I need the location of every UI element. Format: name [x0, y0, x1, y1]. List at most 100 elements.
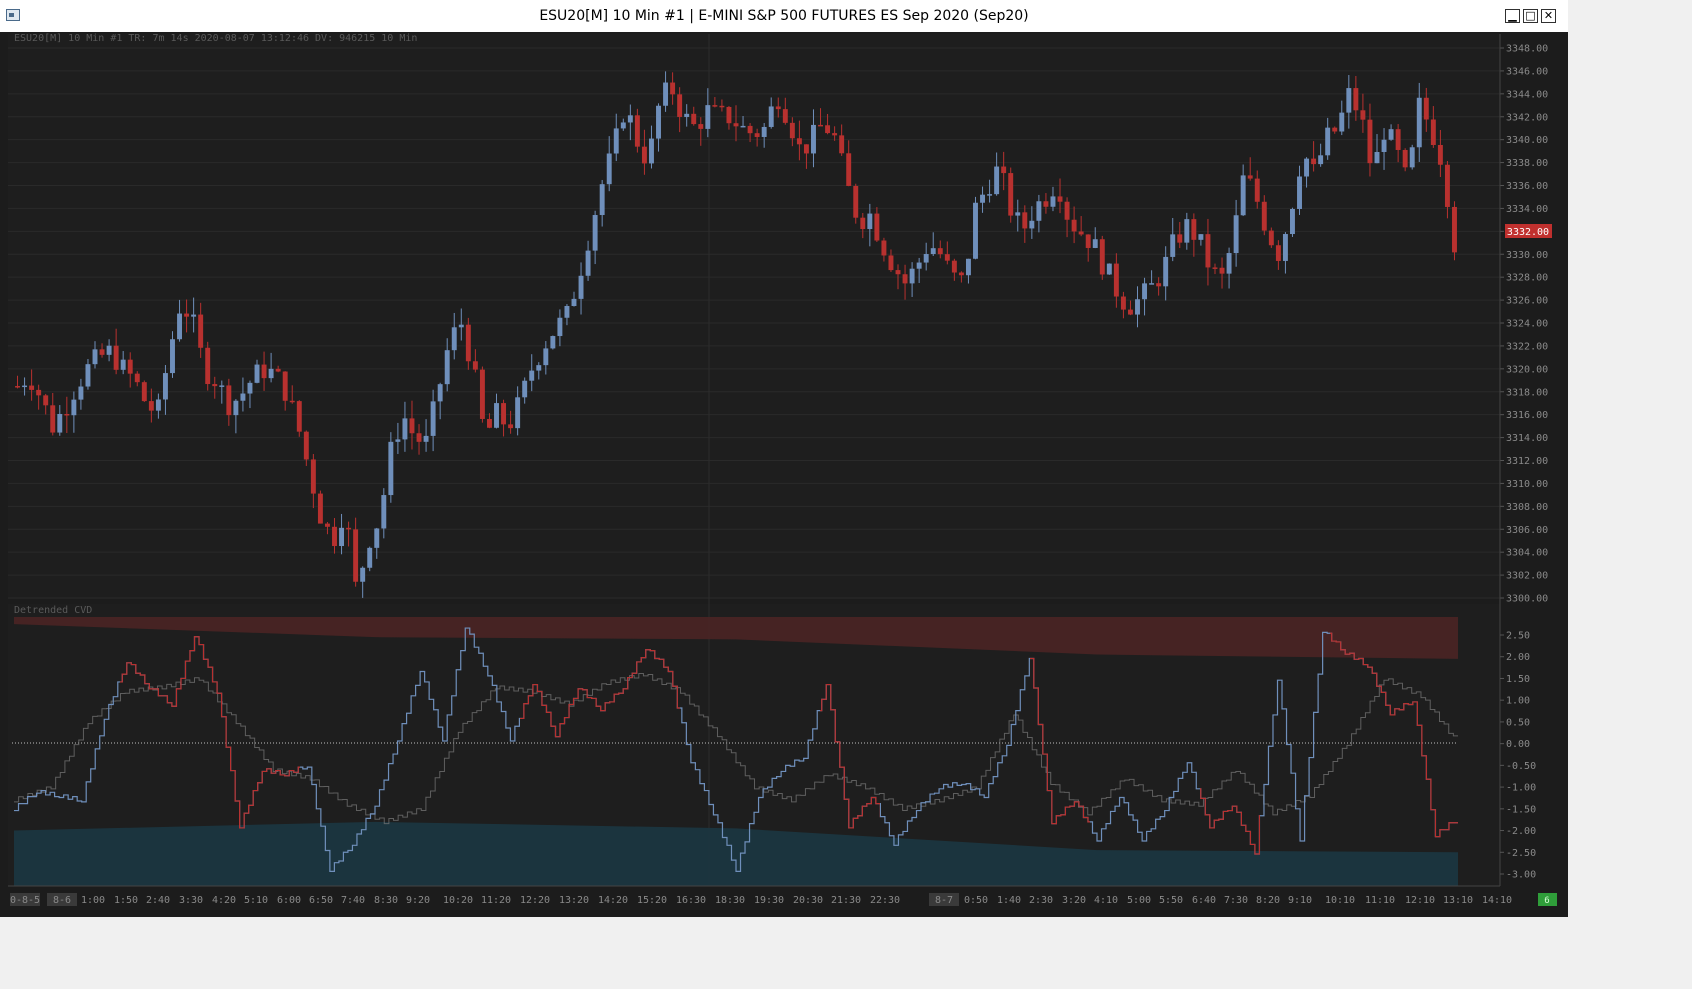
price-tick-label: 3316.00 — [1506, 410, 1548, 421]
candle-body — [1120, 296, 1126, 310]
time-tick-label: 5:00 — [1127, 895, 1151, 906]
time-tick-label: 2:40 — [146, 895, 170, 906]
candle-body — [1226, 253, 1232, 274]
candle-body — [1395, 129, 1401, 150]
candle-body — [1374, 152, 1380, 164]
cvd-tick-label: -1.00 — [1506, 783, 1536, 794]
time-tick-label: 6:00 — [277, 895, 301, 906]
candle-body — [15, 386, 20, 388]
title-bar[interactable]: ESU20[M] 10 Min #1 | E-MINI S&P 500 FUTU… — [0, 0, 1568, 33]
candle-body — [606, 153, 612, 185]
candle-body — [205, 347, 211, 385]
candle-body — [557, 317, 563, 337]
candle-body — [219, 385, 225, 387]
price-pane[interactable] — [8, 34, 1500, 599]
candle-body — [930, 248, 936, 255]
candle-body — [754, 133, 760, 137]
candle-body — [1437, 144, 1443, 165]
candle-body — [1416, 97, 1422, 148]
candle-body — [613, 128, 619, 154]
time-tick-label: 9:10 — [1288, 895, 1312, 906]
candle-body — [1318, 155, 1324, 165]
candle-body — [726, 106, 732, 124]
price-tick-label: 3312.00 — [1506, 456, 1548, 467]
price-tick-label: 3348.00 — [1506, 44, 1548, 55]
time-tick-label: 18:30 — [715, 895, 745, 906]
candle-body — [958, 272, 964, 276]
candle-body — [92, 349, 98, 365]
candle-body — [268, 368, 274, 379]
candle-body — [155, 399, 161, 411]
candle-body — [564, 306, 570, 318]
candle-body — [162, 373, 168, 400]
candle-body — [775, 106, 781, 110]
candle-body — [789, 122, 795, 139]
candle-body — [670, 82, 676, 95]
candle-body — [1106, 263, 1112, 275]
minimize-button[interactable]: ▁ — [1505, 9, 1520, 23]
time-tick-label: 11:20 — [481, 895, 511, 906]
candle-body — [1170, 234, 1176, 257]
time-tick-label: 3:30 — [179, 895, 203, 906]
candle-body — [430, 401, 436, 436]
candle-body — [994, 166, 1000, 195]
time-tick-label: 20:30 — [793, 895, 823, 906]
candle-body — [592, 215, 598, 251]
candle-body — [641, 146, 647, 164]
candle-body — [106, 345, 112, 355]
candle-body — [317, 493, 323, 524]
time-tick-label: 4:10 — [1094, 895, 1118, 906]
time-tick-label: 5:50 — [1159, 895, 1183, 906]
time-tick-label: 2:30 — [1029, 895, 1053, 906]
cvd-tick-label: -2.50 — [1506, 848, 1536, 859]
candle-body — [212, 384, 218, 387]
chart-svg[interactable]: 3348.00 3346.00 3344.00 3342.00 3340.00 3338.… — [0, 32, 1568, 917]
price-tick-label: 3304.00 — [1506, 548, 1548, 559]
candle-body — [677, 94, 683, 117]
price-tick-label: 3308.00 — [1506, 502, 1548, 513]
candle-body — [1409, 147, 1415, 168]
time-tick-label: 9:20 — [406, 895, 430, 906]
candle-body — [1205, 234, 1211, 268]
candle-body — [1113, 263, 1119, 297]
candle-body — [1001, 166, 1007, 174]
candle-body — [1099, 239, 1105, 275]
time-tick-label: 5:10 — [244, 895, 268, 906]
cvd-tick-label: -2.00 — [1506, 826, 1536, 837]
candle-body — [1297, 176, 1302, 209]
cvd-tick-label: 0.50 — [1506, 717, 1530, 728]
time-tick-label: 7:30 — [1224, 895, 1248, 906]
candle-body — [303, 431, 309, 460]
candle-body — [198, 314, 204, 348]
maximize-button[interactable]: □ — [1523, 9, 1538, 23]
candle-body — [1346, 88, 1352, 113]
candle-body — [698, 124, 704, 129]
candle-body — [22, 385, 28, 388]
candle-body — [550, 336, 556, 349]
candle-body — [296, 401, 302, 432]
candle-body — [832, 133, 838, 136]
candle-body — [965, 258, 971, 276]
candle-body — [472, 361, 478, 370]
candle-body — [888, 255, 894, 271]
candle-body — [691, 113, 697, 125]
candle-body — [247, 382, 253, 394]
candle-body — [78, 386, 84, 400]
candle-body — [867, 213, 873, 230]
candle-body — [980, 194, 986, 203]
candle-body — [881, 240, 887, 256]
candle-body — [416, 433, 422, 442]
candle-body — [1240, 175, 1246, 216]
close-button[interactable]: ✕ — [1541, 9, 1556, 23]
candle-body — [1050, 196, 1056, 207]
candle-body — [1149, 283, 1155, 285]
candle-body — [1304, 158, 1310, 177]
candle-body — [536, 365, 542, 371]
candle-body — [803, 144, 809, 154]
candle-body — [916, 262, 922, 269]
candle-body — [663, 82, 669, 106]
chart-area[interactable]: 3348.00 3346.00 3344.00 3342.00 3340.00 3338.… — [0, 32, 1568, 917]
candle-body — [43, 395, 49, 406]
price-tick-label: 3328.00 — [1506, 273, 1548, 284]
candle-body — [1127, 309, 1133, 315]
